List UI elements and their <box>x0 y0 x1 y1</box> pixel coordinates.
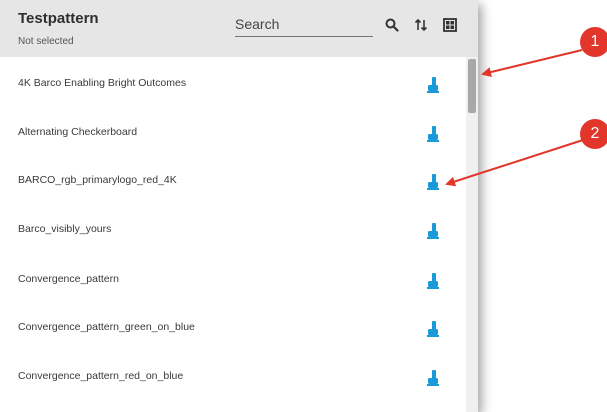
activate-pattern-icon[interactable] <box>426 369 440 387</box>
list-item[interactable]: 4K Barco Enabling Bright Outcomes <box>0 61 466 109</box>
list-item-label: Barco_visibly_yours <box>18 223 112 235</box>
activate-pattern-icon[interactable] <box>426 125 440 143</box>
activate-pattern-icon[interactable] <box>426 222 440 240</box>
callout-1-number: 1 <box>590 33 600 50</box>
list-item-label: Alternating Checkerboard <box>18 126 138 138</box>
grid-view-button[interactable] <box>441 16 459 34</box>
list-item-label: 4K Barco Enabling Bright Outcomes <box>18 77 187 89</box>
search-icon <box>385 18 399 32</box>
testpattern-list: 4K Barco Enabling Bright Outcomes Altern… <box>0 57 466 412</box>
callout-1-arrow <box>481 49 583 77</box>
callout-2: 2 <box>580 119 607 149</box>
list-item[interactable]: Convergence_pattern_red_on_blue <box>0 354 466 402</box>
activate-pattern-icon[interactable] <box>426 76 440 94</box>
callout-1: 1 <box>580 27 607 57</box>
activate-pattern-icon[interactable] <box>426 320 440 338</box>
sort-icon <box>414 18 428 32</box>
list-item-label: BARCO_rgb_primarylogo_red_4K <box>18 174 177 186</box>
list-item-label: Convergence_pattern_green_on_blue <box>18 321 195 333</box>
grid-icon <box>443 18 457 32</box>
search-button[interactable] <box>383 16 401 34</box>
list-item[interactable]: Convergence_pattern_green_on_blue <box>0 305 466 353</box>
testpattern-panel: Testpattern Not selected Search 4K Barco… <box>0 0 478 412</box>
selection-status: Not selected <box>18 36 74 47</box>
activate-pattern-icon[interactable] <box>426 173 440 191</box>
list-item[interactable]: Convergence_pattern <box>0 257 466 305</box>
panel-header: Testpattern Not selected <box>0 0 478 57</box>
activate-pattern-icon[interactable] <box>426 272 440 290</box>
list-item-label: Convergence_pattern <box>18 273 119 285</box>
scrollbar[interactable] <box>466 57 478 412</box>
list-item[interactable]: BARCO_rgb_primarylogo_red_4K <box>0 158 466 206</box>
list-item[interactable]: Barco_visibly_yours <box>0 207 466 255</box>
sort-button[interactable] <box>412 16 430 34</box>
panel-title: Testpattern <box>18 10 99 27</box>
list-item[interactable]: Alternating Checkerboard <box>0 110 466 158</box>
callout-2-number: 2 <box>590 125 600 142</box>
search-input[interactable] <box>235 12 373 37</box>
scrollbar-thumb[interactable] <box>468 59 476 113</box>
list-item-label: Convergence_pattern_red_on_blue <box>18 370 184 382</box>
